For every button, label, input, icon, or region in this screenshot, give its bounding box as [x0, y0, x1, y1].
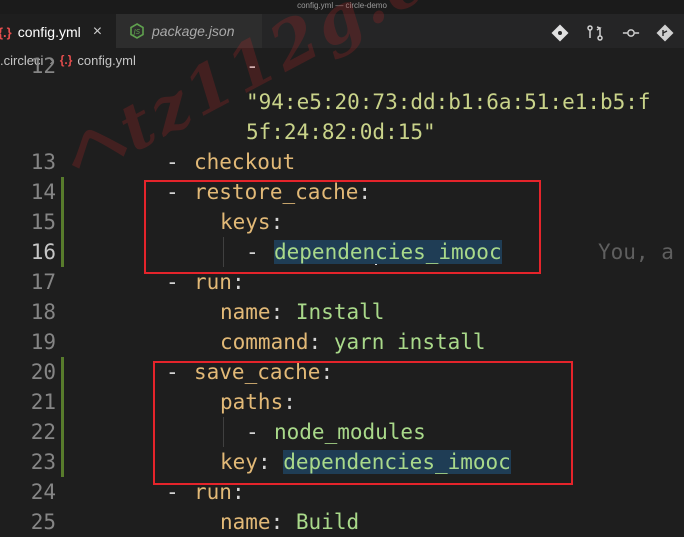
code-content: name: Install — [220, 297, 384, 327]
nodejs-icon: JS — [130, 23, 144, 39]
yaml-value: Install — [295, 300, 385, 324]
code-line-12-wrap-2: 5f:24:82:0d:15" — [0, 117, 684, 147]
dash: - — [246, 54, 259, 78]
code-line-12-wrap-1: "94:e5:20:73:dd:b1:6a:51:e1:b5:f — [0, 87, 684, 117]
colon: : — [270, 300, 284, 324]
yaml-key: name — [220, 510, 271, 534]
string-value: "94:e5:20:73:dd:b1:6a:51:e1:b5:f — [246, 90, 651, 114]
yaml-value: yarn install — [333, 330, 486, 354]
tab-label: package.json — [152, 23, 235, 39]
svg-text:JS: JS — [132, 28, 141, 36]
line-number: 13 — [30, 150, 56, 174]
line-number: 24 — [30, 480, 56, 504]
colon: : — [308, 330, 322, 354]
yaml-key: checkout — [194, 150, 296, 174]
yaml-key: name — [220, 300, 271, 324]
line-number: 22 — [30, 420, 56, 444]
line-number: 23 — [30, 450, 56, 474]
highlight-box-save-cache — [153, 361, 573, 485]
yaml-value: Build — [295, 510, 360, 534]
colon: : — [270, 510, 284, 534]
line-number: 18 — [30, 300, 56, 324]
code-content: name: Build — [220, 507, 359, 537]
line-number: 20 — [30, 360, 56, 384]
git-commit-icon[interactable] — [551, 24, 569, 42]
line-number: 15 — [30, 210, 56, 234]
window-title: config.yml — circle-demo — [297, 1, 387, 10]
tab-package-json[interactable]: JS package.json — [116, 14, 262, 48]
line-number: 21 — [30, 390, 56, 414]
code-editor[interactable]: 12 - "94:e5:20:73:dd:b1:6a:51:e1:b5:f 5f… — [0, 54, 684, 534]
code-line: 25 name: Build — [0, 507, 684, 537]
line-number: 14 — [30, 180, 56, 204]
code-line: 18 name: Install — [0, 297, 684, 327]
tab-label: config.yml — [17, 24, 81, 40]
code-content: command: yarn install — [220, 327, 486, 357]
line-number: 19 — [30, 330, 56, 354]
compare-changes-icon[interactable] — [586, 24, 604, 42]
tab-config-yml[interactable]: {.} config.yml × — [0, 14, 116, 49]
line-number: 12 — [30, 54, 56, 78]
tab-bar: {.} config.yml × JS package.json — [0, 14, 684, 49]
code-line: 19 command: yarn install — [0, 327, 684, 357]
line-number: 25 — [30, 510, 56, 534]
code-line-12: 12 - — [0, 51, 684, 81]
title-bar: config.yml — circle-demo — [0, 0, 684, 14]
string-value: 5f:24:82:0d:15" — [246, 120, 436, 144]
code-content: checkout — [194, 147, 295, 177]
line-number: 16 — [30, 240, 56, 264]
git-blame-annotation: You, a — [598, 240, 674, 264]
open-changes-icon[interactable] — [622, 24, 640, 42]
git-branch-icon[interactable] — [656, 24, 674, 42]
dash: - — [166, 150, 179, 174]
code-line: 13 - checkout — [0, 147, 684, 177]
line-number: 17 — [30, 270, 56, 294]
highlight-box-restore-cache — [144, 180, 541, 274]
close-icon[interactable]: × — [93, 23, 102, 41]
yaml-icon: {.} — [0, 24, 12, 40]
yaml-key: command — [220, 330, 309, 354]
